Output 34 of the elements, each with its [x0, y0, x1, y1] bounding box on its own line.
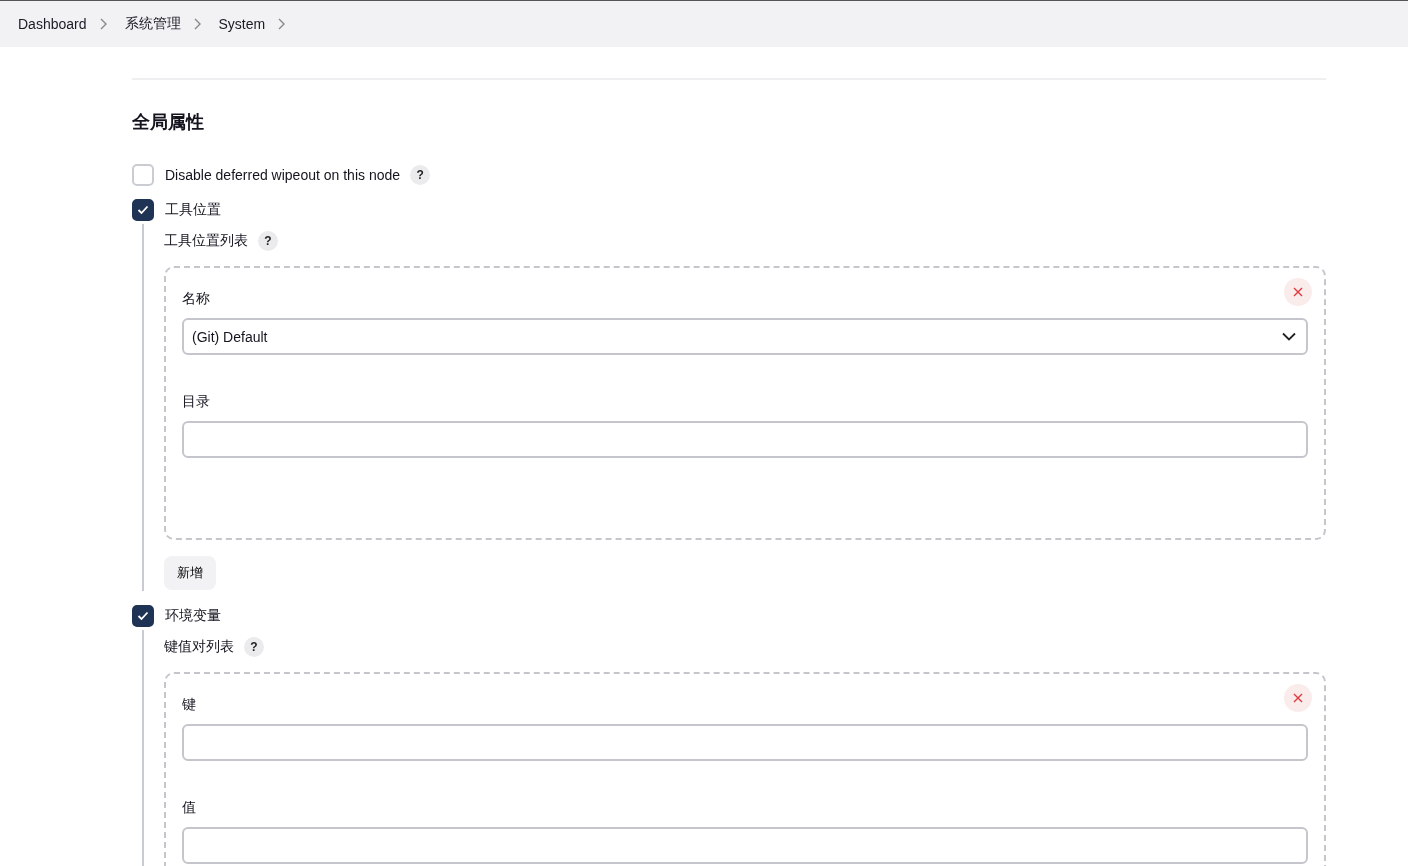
delete-button[interactable]	[1284, 684, 1312, 712]
chevron-right-icon	[98, 18, 107, 30]
checkmark-icon	[137, 611, 149, 621]
text-field[interactable]	[182, 724, 1308, 761]
list-label: 工具位置列表	[164, 232, 248, 250]
text-field[interactable]	[182, 421, 1308, 458]
section-title: 全局属性	[132, 111, 205, 134]
checkbox[interactable]	[132, 605, 154, 627]
checkmark-icon	[137, 205, 149, 215]
help-button[interactable]: ?	[410, 165, 431, 185]
field-label: 值	[182, 799, 196, 817]
field-label: 键	[182, 696, 196, 714]
chevron-right-icon	[277, 18, 286, 30]
text-field[interactable]	[182, 827, 1308, 864]
close-icon	[1293, 693, 1303, 703]
list-label: 键值对列表	[164, 638, 234, 656]
breadcrumb-link[interactable]: Dashboard	[18, 16, 87, 32]
help-button[interactable]: ?	[258, 231, 278, 251]
add-button[interactable]: 新增	[164, 556, 216, 590]
help-button[interactable]: ?	[244, 637, 264, 657]
close-icon	[1293, 287, 1303, 297]
checkbox-label: Disable deferred wipeout on this node	[165, 167, 401, 183]
checkbox[interactable]	[132, 199, 154, 221]
chevron-right-icon	[192, 18, 201, 30]
field-label: 目录	[182, 393, 210, 411]
select-field[interactable]: (Git) Default	[182, 318, 1308, 355]
delete-button[interactable]	[1284, 278, 1312, 306]
breadcrumb-link[interactable]: 系统管理	[124, 15, 181, 33]
checkbox-label: 环境变量	[165, 607, 221, 625]
breadcrumb-link[interactable]: System	[218, 16, 266, 32]
select-value: (Git) Default	[192, 328, 268, 345]
checkbox-label: 工具位置	[165, 201, 221, 219]
chevron-down-icon	[1282, 332, 1296, 341]
field-label: 名称	[182, 290, 210, 308]
